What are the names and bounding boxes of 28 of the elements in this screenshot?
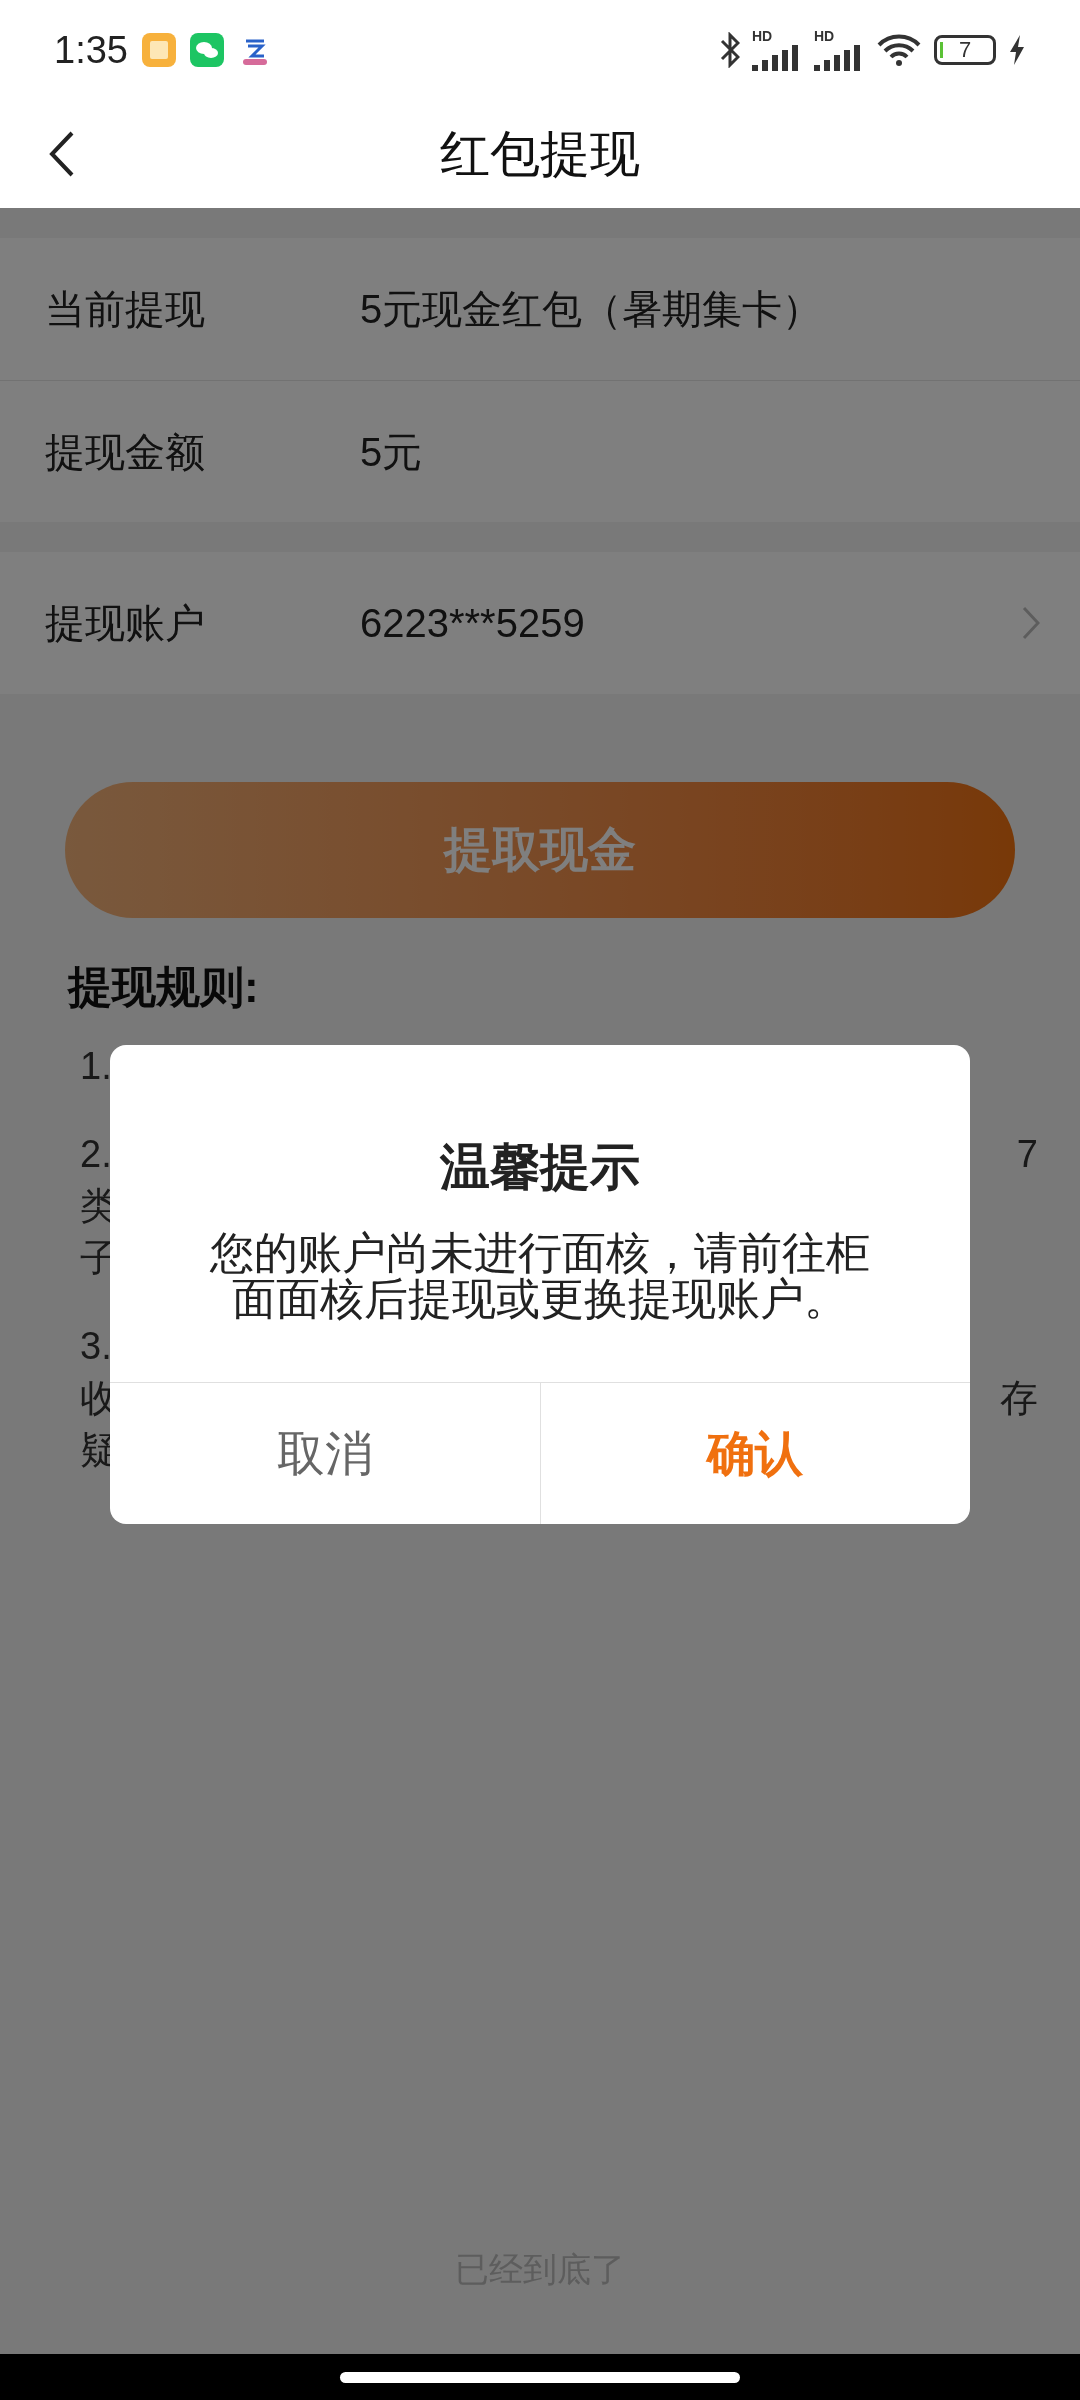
gallery-app-icon bbox=[141, 33, 176, 67]
home-indicator[interactable] bbox=[340, 2371, 740, 2383]
chevron-right-icon bbox=[1022, 606, 1040, 640]
field-label: 提现金额 bbox=[45, 428, 206, 476]
field-value: 6223***5259 bbox=[360, 600, 586, 647]
charging-icon bbox=[1008, 35, 1026, 65]
confirm-button[interactable]: 确认 bbox=[539, 1383, 970, 1524]
page-title: 红包提现 bbox=[440, 124, 640, 184]
dialog-title: 温馨提示 bbox=[438, 1138, 641, 1197]
rule-text: 存 bbox=[1000, 1375, 1038, 1421]
field-label: 当前提现 bbox=[45, 286, 206, 333]
status-time: 1:35 bbox=[54, 27, 128, 73]
field-value: 5元 bbox=[360, 428, 424, 476]
rule-text: 1. bbox=[80, 1043, 112, 1089]
field-value: 5元现金红包（暑期集卡） bbox=[360, 286, 824, 333]
rule-text: 3. bbox=[80, 1323, 112, 1369]
field-label: 提现账户 bbox=[45, 600, 206, 647]
back-icon[interactable] bbox=[48, 130, 76, 178]
rules-title: 提现规则: bbox=[68, 961, 260, 1013]
dialog-message: 您的账户尚未进行面核，请前往柜面面核后提现或更换提现账户。 bbox=[209, 1230, 871, 1322]
rule-text: 2. bbox=[80, 1131, 112, 1177]
account-row[interactable]: 提现账户 6223***5259 bbox=[0, 552, 1080, 694]
chat-app-icon bbox=[189, 33, 224, 67]
wifi-icon bbox=[876, 33, 922, 67]
battery-icon: 7 bbox=[934, 35, 996, 65]
bluetooth-icon bbox=[720, 32, 740, 68]
rule-text: 7 bbox=[1016, 1131, 1038, 1177]
cancel-button[interactable]: 取消 bbox=[110, 1383, 540, 1524]
